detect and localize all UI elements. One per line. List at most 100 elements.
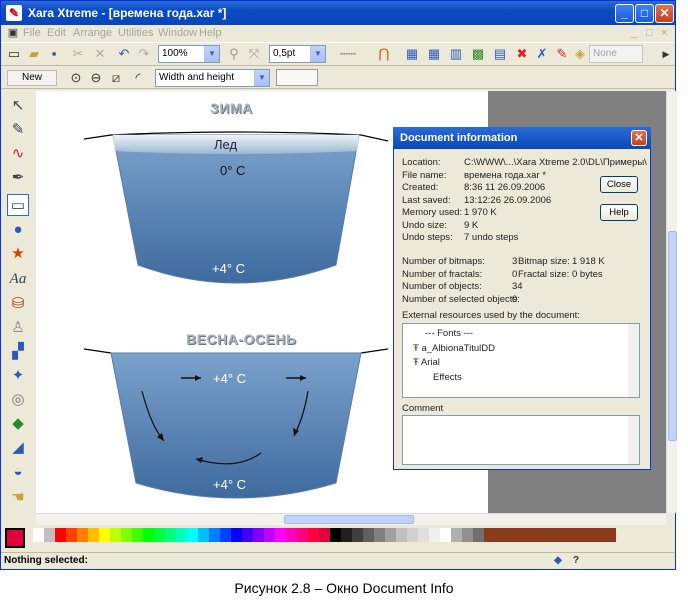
color-swatch[interactable] [187,528,198,542]
bezier-tool-icon[interactable]: ∿ [7,143,29,165]
pan-icon[interactable]: ⤧ [245,45,263,63]
chevron-down-icon[interactable]: ▼ [310,46,325,62]
chevron-right-icon[interactable]: ▶ [657,45,675,63]
color-swatch[interactable] [198,528,209,542]
color-swatch[interactable] [594,528,605,542]
color-editor-icon[interactable]: ✎ [553,45,571,63]
color-swatch[interactable] [385,528,396,542]
color-swatch[interactable] [517,528,528,542]
menu-help[interactable]: Help [199,27,222,39]
resource-item[interactable]: Ŧ a_AlbionaTitulDD [413,343,495,354]
color-swatch[interactable] [451,528,462,542]
color-swatch[interactable] [429,528,440,542]
color-swatch[interactable] [297,528,308,542]
resources-list[interactable]: --- Fonts --- Ŧ a_AlbionaTitulDD Ŧ Arial Ef… [402,323,640,398]
group-icon[interactable]: ▩ [469,45,487,63]
center-icon[interactable]: ⊖ [87,69,105,87]
document-icon[interactable]: ▣ [4,24,22,42]
comment-field[interactable] [402,415,640,465]
freehand-tool-icon[interactable]: ✎ [7,119,29,141]
dialog-close-icon[interactable]: ✕ [631,130,647,146]
fill-tool-icon[interactable]: ⛁ [7,293,29,315]
curve-corner-icon[interactable]: ◜ [129,69,147,87]
save-icon[interactable]: ▪ [45,45,63,63]
color-swatch[interactable] [121,528,132,542]
color-swatch[interactable] [220,528,231,542]
xara-app-icon[interactable]: ✎ [6,5,22,21]
menu-window[interactable]: Window [158,27,197,39]
color-swatch[interactable] [154,528,165,542]
delete-icon[interactable]: ✕ [91,45,109,63]
color-swatch[interactable] [99,528,110,542]
menu-file[interactable]: File [23,27,41,39]
color-swatch[interactable] [44,528,55,542]
contour-tool-icon[interactable]: ✦ [7,365,29,387]
color-swatch[interactable] [539,528,550,542]
ungroup-icon[interactable]: ▤ [491,45,509,63]
vertical-scroll-thumb[interactable] [668,231,677,441]
snap-status-icon[interactable]: ◆ [549,552,567,570]
minimize-button[interactable]: _ [615,4,634,23]
line-style-icon[interactable]: ┄┄┄ [333,45,363,63]
color-swatch[interactable] [275,528,286,542]
color-swatch[interactable] [209,528,220,542]
color-swatch[interactable] [143,528,154,542]
mdi-restore-button[interactable]: □ [646,27,653,39]
align-icon[interactable]: ▥ [447,45,465,63]
color-swatch[interactable] [88,528,99,542]
selector-tool-icon[interactable]: ↖ [7,95,29,117]
push-tool-icon[interactable]: ☚ [7,487,29,509]
effect-combo[interactable]: None [589,45,643,63]
color-swatch[interactable] [418,528,429,542]
color-swatch[interactable] [484,528,495,542]
blend-tool-icon[interactable]: ◆ [7,413,29,435]
live-effect-tool-icon[interactable]: ◒ [7,461,29,483]
color-swatch[interactable] [286,528,297,542]
quickshape-tool-icon[interactable]: ★ [7,243,29,265]
break-icon[interactable]: ✗ [533,45,551,63]
color-swatch[interactable] [55,528,66,542]
color-swatch[interactable] [242,528,253,542]
color-swatch[interactable] [473,528,484,542]
line-width-combo[interactable]: 0,5pt ▼ [269,45,326,63]
maximize-button[interactable]: □ [635,4,654,23]
redo-icon[interactable]: ↷ [135,45,153,63]
menu-utilities[interactable]: Utilities [118,27,153,39]
shadow-tool-icon[interactable]: ◢ [7,437,29,459]
color-swatch[interactable] [396,528,407,542]
color-swatch[interactable] [550,528,561,542]
color-swatch[interactable] [231,528,242,542]
horizontal-scrollbar[interactable] [36,513,666,525]
color-swatch[interactable] [176,528,187,542]
color-swatch[interactable] [363,528,374,542]
color-swatch[interactable] [77,528,88,542]
color-swatch[interactable] [341,528,352,542]
color-swatch[interactable] [462,528,473,542]
close-button[interactable]: ✕ [655,4,674,23]
chevron-down-icon[interactable]: ▼ [254,70,269,86]
dialog-title-bar[interactable]: Document information ✕ [393,127,651,149]
chevron-down-icon[interactable]: ▼ [204,46,219,62]
cut-icon[interactable]: ✂ [69,45,87,63]
color-swatch[interactable] [572,528,583,542]
color-swatch[interactable] [330,528,341,542]
help-button[interactable]: Help [600,204,638,221]
effects-icon[interactable]: ◈ [571,45,589,63]
vertical-scrollbar[interactable] [666,91,677,513]
resource-item[interactable]: --- Fonts --- [425,328,473,339]
send-back-icon[interactable]: ▦ [425,45,443,63]
current-color-swatch[interactable] [5,528,25,548]
pen-tool-icon[interactable]: ✒ [7,167,29,189]
menu-edit[interactable]: Edit [47,27,66,39]
ellipse-tool-icon[interactable]: ● [7,219,29,241]
resources-scrollbar[interactable] [628,324,639,397]
shape-size-combo[interactable]: Width and height ▼ [155,69,270,87]
combine-icon[interactable]: ✖ [513,45,531,63]
open-folder-icon[interactable]: ▰ [25,45,43,63]
menu-arrange[interactable]: Arrange [73,27,112,39]
zoom-combo[interactable]: 100% ▼ [158,45,220,63]
color-swatch[interactable] [605,528,616,542]
color-swatch[interactable] [165,528,176,542]
snap-magnet-icon[interactable]: ⋂ [375,45,393,63]
color-swatch[interactable] [132,528,143,542]
